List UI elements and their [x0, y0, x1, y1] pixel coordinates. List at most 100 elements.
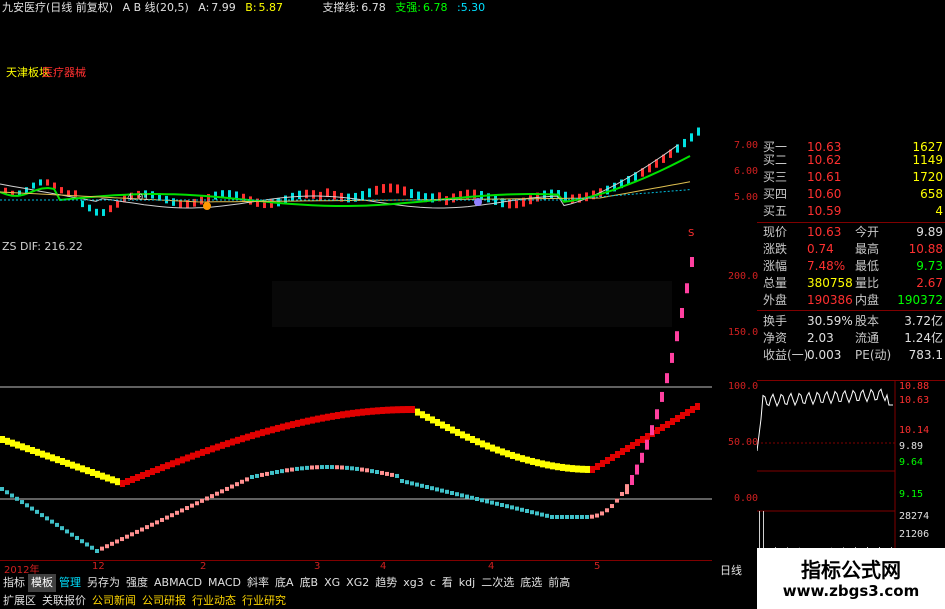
indicator-bar: [410, 481, 414, 486]
indicator-tab[interactable]: ABMACD: [151, 574, 205, 592]
b-value: 5.87: [258, 1, 284, 14]
indicator-bar: [520, 507, 524, 512]
price-chart[interactable]: 4.01: [0, 16, 712, 242]
x-tick: 4: [380, 561, 387, 572]
indicator-bar: [215, 491, 219, 496]
indicator-bar: [60, 526, 64, 531]
extension-tab[interactable]: 行业研究: [239, 592, 289, 609]
indicator-bar: [270, 470, 274, 475]
indicator-bar: [315, 415, 320, 423]
indicator-bar: [465, 433, 470, 441]
candle: [396, 184, 399, 194]
extension-tab[interactable]: 扩展区: [0, 592, 39, 609]
candle: [683, 138, 686, 148]
extension-tab[interactable]: 公司新闻: [89, 592, 139, 609]
indicator-tab[interactable]: 管理: [56, 574, 84, 592]
indicator-bar: [500, 448, 505, 456]
intraday-chart[interactable]: 10.88 10.63 10.14 9.89 9.64 9.15 28274 21206: [757, 380, 945, 561]
indicator-bar: [340, 465, 344, 470]
indicator-bar: [145, 470, 150, 478]
candle: [60, 187, 63, 194]
x-tick: 5: [594, 561, 601, 572]
strong-value: 6.78: [422, 1, 448, 14]
indicator-bar: [270, 426, 275, 434]
indicator-bar: [445, 424, 450, 432]
indicator-tab[interactable]: 二次选: [478, 574, 517, 592]
indicator-tab[interactable]: 强度: [123, 574, 151, 592]
indicator-bar: [580, 465, 585, 473]
indicator-bar: [615, 498, 619, 503]
indicator-tab[interactable]: 模板: [28, 574, 56, 592]
indicator-bar: [105, 474, 110, 482]
indicator-bar: [350, 466, 354, 471]
indicator-tab[interactable]: 底选: [517, 574, 545, 592]
indicator-tab[interactable]: 斜率: [244, 574, 272, 592]
indicator-tab[interactable]: 前高: [545, 574, 573, 592]
indicator-bar: [455, 492, 459, 497]
bid-row[interactable]: 买四 10.60 658: [757, 186, 945, 203]
indicator-bar: [260, 429, 265, 437]
indicator-bar: [655, 409, 659, 420]
indicator-bar: [135, 473, 140, 481]
extension-tab[interactable]: 公司研报: [139, 592, 189, 609]
indicator-bar: [220, 441, 225, 449]
indicator-bar: [355, 409, 360, 417]
indicator-tab[interactable]: MACD: [205, 574, 244, 592]
indicator-bar: [290, 467, 294, 472]
indicator-tab[interactable]: 另存为: [84, 574, 123, 592]
bid-row[interactable]: 买三 10.61 1720: [757, 169, 945, 186]
indicator-bar: [395, 473, 399, 478]
extension-tab[interactable]: 关联报价: [39, 592, 89, 609]
indicator-tab[interactable]: 看: [439, 574, 456, 592]
indicator-bar: [120, 537, 124, 542]
intraday-price-line: [757, 388, 893, 452]
stock-title: 九安医疗(日线 前复权): [2, 1, 114, 14]
quote-stat-row: 涨跌 0.74 最高 10.88: [763, 242, 943, 256]
indicator-bar: [295, 419, 300, 427]
indicator-bar: [385, 406, 390, 414]
redacted-area-2: [272, 281, 672, 327]
indicator-bar: [5, 490, 9, 495]
indicator-bar: [205, 496, 209, 501]
indicator-bar: [25, 503, 29, 508]
indicator-bar: [655, 427, 660, 434]
indicator-bar: [565, 464, 570, 472]
indicator-tab[interactable]: xg3: [400, 574, 427, 592]
indicator-tab[interactable]: 趋势: [372, 574, 400, 592]
period-tab[interactable]: 日线: [720, 562, 742, 578]
indicator-bar: [85, 467, 90, 475]
indicator-bar: [95, 470, 100, 478]
bid-row[interactable]: 买二 10.62 1149: [757, 152, 945, 169]
indicator-tab[interactable]: kdj: [456, 574, 478, 592]
indicator-bar: [310, 465, 314, 470]
indicator-bar: [490, 500, 494, 505]
indicator-bar: [585, 515, 589, 519]
indicator-tab[interactable]: XG: [321, 574, 343, 592]
indicator-bar: [125, 534, 129, 539]
intraday-tick: 28274: [899, 511, 930, 522]
ind-tick: 150.0: [728, 327, 759, 338]
indicator-tab[interactable]: 底A: [272, 574, 297, 592]
indicator-bar: [245, 477, 249, 482]
indicator-tab[interactable]: 指标: [0, 574, 28, 592]
indicator-bar: [610, 454, 615, 461]
indicator-bar: [230, 484, 234, 489]
indicator-bar: [375, 470, 379, 474]
indicator-bar: [345, 465, 349, 470]
indicator-bar: [275, 470, 279, 474]
indicator-tab[interactable]: c: [427, 574, 439, 592]
indicator-bar: [650, 425, 654, 436]
indicator-tab[interactable]: XG2: [343, 574, 372, 592]
a-value: 7.99: [211, 1, 236, 14]
indicator-bar: [130, 475, 135, 483]
indicator-bar: [200, 448, 205, 456]
indicator-bar: [600, 460, 605, 467]
indicator-bar: [80, 465, 85, 473]
bid-row[interactable]: 买五 10.59 4: [757, 203, 945, 220]
indicator-bar: [40, 513, 44, 518]
candle: [116, 200, 119, 208]
indicator-bar: [280, 423, 285, 431]
indicator-tab[interactable]: 底B: [297, 574, 322, 592]
indicator-bar: [455, 428, 460, 436]
extension-tab[interactable]: 行业动态: [189, 592, 239, 609]
